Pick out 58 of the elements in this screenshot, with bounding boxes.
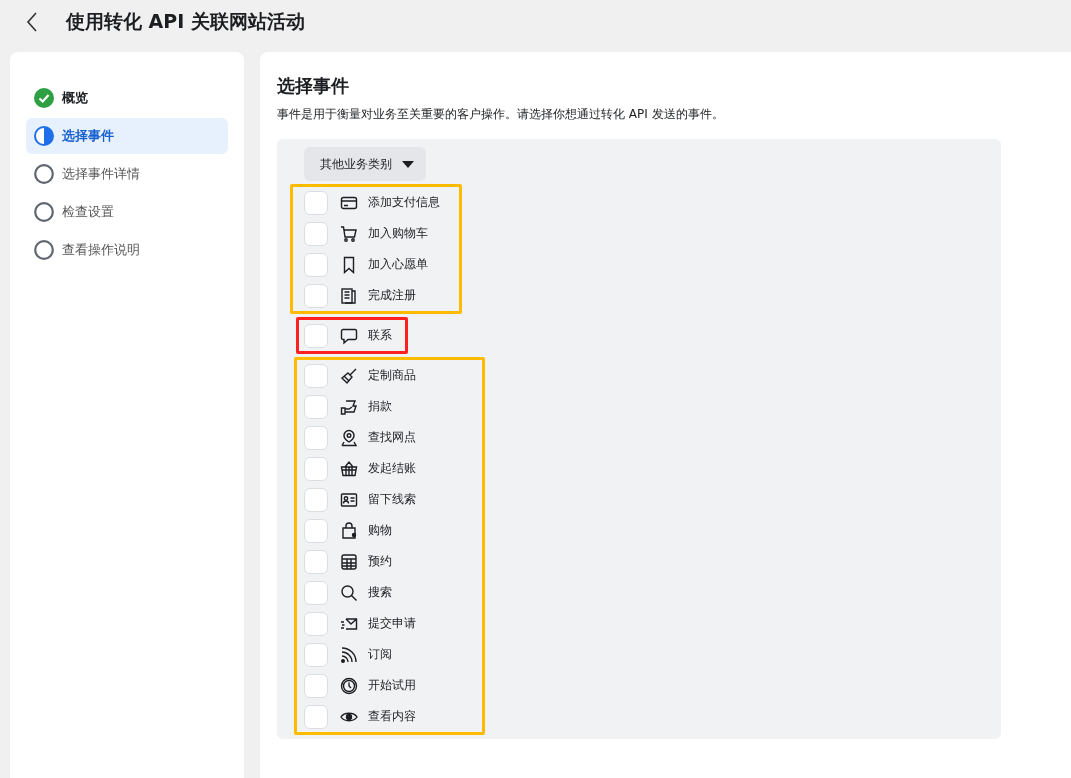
checkbox[interactable] xyxy=(304,394,328,419)
document-icon xyxy=(340,286,358,305)
section-heading: 选择事件 xyxy=(277,74,350,98)
checkbox[interactable] xyxy=(304,611,328,636)
basket-icon xyxy=(340,459,358,478)
step-item[interactable]: 概览 xyxy=(26,80,228,116)
checkbox[interactable] xyxy=(304,456,328,481)
event-label: 预约 xyxy=(368,553,392,570)
step-item[interactable]: 检查设置 xyxy=(26,194,228,230)
event-label: 联系 xyxy=(368,327,392,344)
event-label: 捐款 xyxy=(368,398,392,415)
event-label: 添加支付信息 xyxy=(368,194,440,211)
clock-icon xyxy=(340,676,358,695)
event-label: 留下线索 xyxy=(368,491,416,508)
event-label: 查找网点 xyxy=(368,429,416,446)
event-label: 完成注册 xyxy=(368,287,416,304)
checkbox[interactable] xyxy=(304,673,328,698)
feed-icon xyxy=(340,645,358,664)
back-icon[interactable] xyxy=(26,12,38,32)
event-label: 发起结账 xyxy=(368,460,416,477)
shopping-bag-icon xyxy=(340,521,358,540)
checkbox[interactable] xyxy=(304,190,328,215)
checkbox[interactable] xyxy=(304,425,328,450)
checkbox[interactable] xyxy=(304,252,328,277)
section-description: 事件是用于衡量对业务至关重要的客户操作。请选择你想通过转化 API 发送的事件。 xyxy=(277,106,725,123)
calendar-icon xyxy=(340,552,358,571)
checkbox[interactable] xyxy=(304,363,328,388)
event-label: 购物 xyxy=(368,522,392,539)
event-label: 加入购物车 xyxy=(368,225,428,242)
event-label: 订阅 xyxy=(368,646,392,663)
checkbox[interactable] xyxy=(304,323,328,348)
step-item[interactable]: 选择事件 xyxy=(26,118,228,154)
event-label: 搜索 xyxy=(368,584,392,601)
id-card-icon xyxy=(340,490,358,509)
checkbox[interactable] xyxy=(304,283,328,308)
event-label: 加入心愿单 xyxy=(368,256,428,273)
checkbox[interactable] xyxy=(304,549,328,574)
checkbox[interactable] xyxy=(304,580,328,605)
checkbox[interactable] xyxy=(304,518,328,543)
step-item[interactable]: 选择事件详情 xyxy=(26,156,228,192)
search-icon xyxy=(340,583,358,602)
event-label: 查看内容 xyxy=(368,708,416,725)
event-label: 提交申请 xyxy=(368,615,416,632)
location-pin-icon xyxy=(340,428,358,447)
speech-bubble-icon xyxy=(340,326,358,345)
checkbox[interactable] xyxy=(304,487,328,512)
caret-icon xyxy=(402,160,414,168)
step-item[interactable]: 查看操作说明 xyxy=(26,232,228,268)
hand-donation-icon xyxy=(340,397,358,416)
event-label: 开始试用 xyxy=(368,677,416,694)
event-label: 定制商品 xyxy=(368,367,416,384)
page-title: 使用转化 API 关联网站活动 xyxy=(66,9,305,34)
checkbox[interactable] xyxy=(304,642,328,667)
checkbox[interactable] xyxy=(304,704,328,729)
checkbox[interactable] xyxy=(304,221,328,246)
category-dropdown[interactable]: 其他业务类别 xyxy=(304,147,426,181)
cart-icon xyxy=(340,224,358,243)
paintbrush-icon xyxy=(340,366,358,385)
